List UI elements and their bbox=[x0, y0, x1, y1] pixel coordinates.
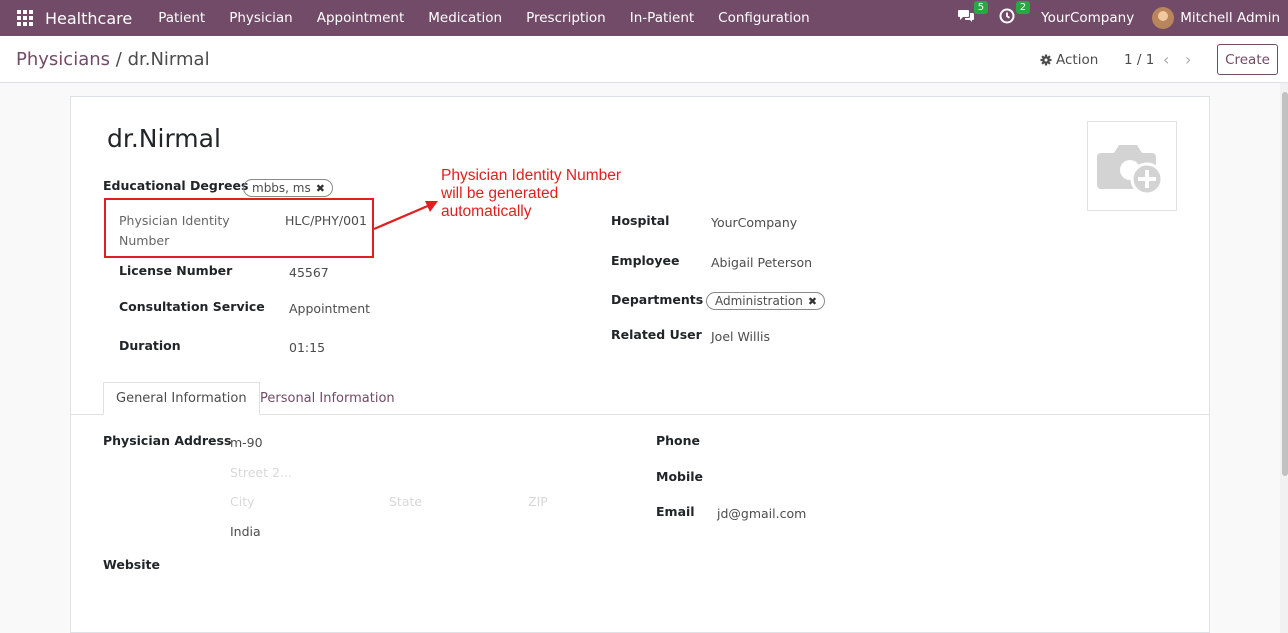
employee-label: Employee bbox=[611, 253, 680, 268]
duration-field[interactable]: 01:15 bbox=[289, 340, 325, 355]
department-tag-label: Administration bbox=[715, 294, 803, 308]
menu-prescription[interactable]: Prescription bbox=[514, 10, 618, 26]
breadcrumb-current: dr.Nirmal bbox=[127, 49, 210, 70]
remove-tag-icon[interactable]: ✖ bbox=[808, 295, 817, 308]
city-field[interactable]: City bbox=[230, 494, 255, 509]
messages-badge: 5 bbox=[973, 1, 989, 14]
physician-name[interactable]: dr.Nirmal bbox=[107, 124, 221, 153]
create-button[interactable]: Create bbox=[1217, 44, 1278, 75]
duration-label: Duration bbox=[119, 338, 181, 353]
annotation-line-1: Physician Identity Number bbox=[441, 167, 622, 184]
degree-tag-label: mbbs, ms bbox=[252, 181, 311, 195]
mobile-label: Mobile bbox=[656, 469, 704, 484]
apps-grid-icon[interactable] bbox=[17, 10, 33, 26]
tab-general-information[interactable]: General Information bbox=[103, 382, 260, 415]
control-panel: Physicians / dr.Nirmal Action 1 / 1 ‹ › … bbox=[0, 36, 1288, 83]
related-user-label: Related User bbox=[611, 327, 702, 342]
email-label: Email bbox=[656, 504, 695, 519]
pager-value[interactable]: 1 / 1 bbox=[1124, 52, 1154, 68]
annotation-line-2: will be generated bbox=[441, 185, 559, 202]
annotation-line-3: automatically bbox=[441, 203, 532, 220]
menu-in-patient[interactable]: In-Patient bbox=[618, 10, 706, 26]
company-switcher[interactable]: YourCompany bbox=[1041, 10, 1134, 26]
street2-field[interactable]: Street 2... bbox=[230, 465, 292, 480]
menu-appointment[interactable]: Appointment bbox=[305, 10, 417, 26]
image-upload[interactable] bbox=[1087, 121, 1177, 211]
camera-plus-icon bbox=[1097, 145, 1164, 195]
phone-label: Phone bbox=[656, 433, 701, 448]
department-tag[interactable]: Administration ✖ bbox=[706, 292, 826, 310]
educational-degrees-label: Educational Degrees bbox=[103, 178, 249, 193]
breadcrumb: Physicians / dr.Nirmal bbox=[16, 49, 210, 70]
clock-icon bbox=[999, 8, 1015, 24]
activities-button[interactable]: 2 bbox=[999, 1, 1031, 28]
degree-tag[interactable]: mbbs, ms ✖ bbox=[243, 179, 333, 197]
action-button[interactable]: Action bbox=[1040, 52, 1098, 68]
form-sheet bbox=[70, 96, 1210, 633]
tab-personal-information[interactable]: Personal Information bbox=[248, 382, 407, 415]
physician-address-label: Physician Address bbox=[103, 433, 232, 448]
messages-button[interactable]: 5 bbox=[957, 1, 989, 28]
consultation-service-field[interactable]: Appointment bbox=[289, 301, 370, 316]
menu-configuration[interactable]: Configuration bbox=[706, 10, 822, 26]
menu-physician[interactable]: Physician bbox=[217, 10, 304, 26]
activities-badge: 2 bbox=[1015, 1, 1031, 14]
menu-medication[interactable]: Medication bbox=[416, 10, 514, 26]
zip-field[interactable]: ZIP bbox=[528, 494, 548, 509]
remove-tag-icon[interactable]: ✖ bbox=[316, 182, 325, 195]
gear-icon bbox=[1040, 54, 1052, 66]
state-field[interactable]: State bbox=[389, 494, 422, 509]
employee-field[interactable]: Abigail Peterson bbox=[711, 255, 812, 270]
license-number-label: License Number bbox=[119, 263, 233, 278]
app-brand[interactable]: Healthcare bbox=[45, 9, 132, 28]
avatar[interactable] bbox=[1152, 7, 1175, 29]
annotation-highlight-box bbox=[104, 198, 374, 258]
consultation-service-label: Consultation Service bbox=[119, 299, 265, 314]
annotation-note: Physician Identity Number will be genera… bbox=[441, 167, 621, 221]
chat-icon bbox=[958, 10, 975, 22]
hospital-field[interactable]: YourCompany bbox=[711, 215, 797, 230]
departments-label: Departments bbox=[611, 292, 704, 307]
license-number-field[interactable]: 45567 bbox=[289, 265, 329, 280]
annotation-arrow bbox=[373, 201, 438, 231]
menu-patient[interactable]: Patient bbox=[146, 10, 217, 26]
country-field[interactable]: India bbox=[230, 524, 261, 539]
user-menu[interactable]: Mitchell Admin bbox=[1180, 10, 1280, 26]
top-navbar: Healthcare Patient Physician Appointment… bbox=[0, 0, 1288, 36]
chevron-right-icon[interactable]: › bbox=[1185, 50, 1191, 69]
scrollbar-thumb[interactable] bbox=[1282, 92, 1288, 476]
street-field[interactable]: m-90 bbox=[230, 435, 263, 450]
breadcrumb-separator: / bbox=[115, 49, 122, 70]
breadcrumb-physicians-link[interactable]: Physicians bbox=[16, 49, 110, 70]
email-field[interactable]: jd@gmail.com bbox=[717, 506, 806, 521]
related-user-field[interactable]: Joel Willis bbox=[711, 329, 770, 344]
chevron-left-icon[interactable]: ‹ bbox=[1163, 50, 1169, 69]
website-label: Website bbox=[103, 557, 160, 572]
action-label: Action bbox=[1056, 52, 1099, 68]
